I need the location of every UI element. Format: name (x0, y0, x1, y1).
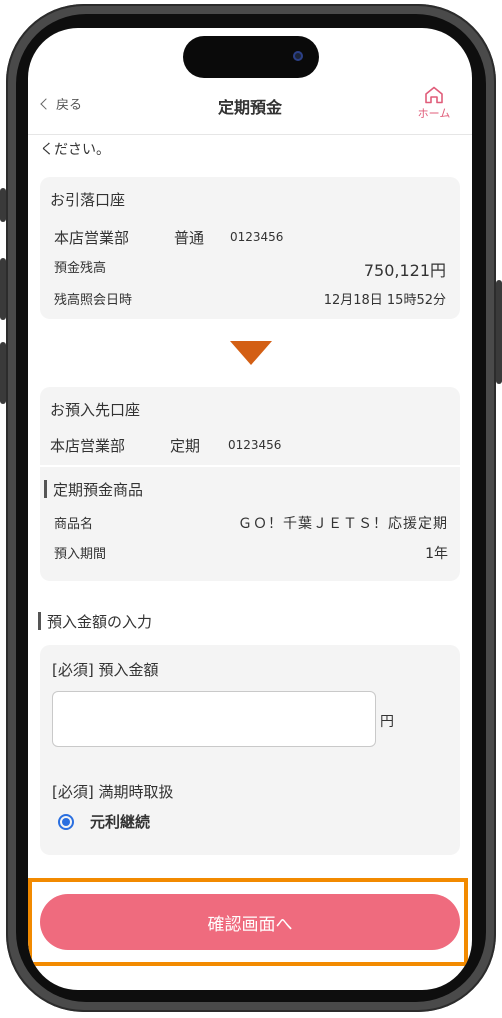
section-bar (44, 480, 47, 498)
amount-field-label: [必須] 預入金額 (52, 659, 159, 680)
app-screen: 戻る 定期預金 ホーム ください。 お引落口座 本店営業部 普通 0123456… (28, 28, 472, 990)
amount-input[interactable] (52, 691, 376, 747)
card-divider (40, 465, 460, 467)
maturity-option-label: 元利継続 (90, 813, 151, 831)
balance-time-label: 残高照会日時 (54, 293, 133, 308)
balance-value: 750,121円 (363, 261, 446, 280)
product-name-label: 商品名 (54, 517, 94, 532)
section-bar (38, 612, 41, 630)
amount-unit: 円 (380, 714, 394, 730)
camera-icon (293, 51, 303, 61)
deposit-account-title: お預入先口座 (50, 401, 141, 419)
page-title: 定期預金 (217, 98, 282, 117)
side-button-volume-up (0, 258, 6, 320)
deposit-branch: 本店営業部 (50, 437, 126, 455)
amount-section-title: 預入金額の入力 (38, 611, 152, 632)
amount-label: 預入金額 (98, 661, 159, 679)
period-label: 預入期間 (54, 547, 107, 562)
deposit-account-type: 定期 (170, 437, 201, 455)
lead-text: ください。 (40, 142, 110, 158)
confirm-button[interactable]: 確認画面へ (40, 894, 460, 950)
deposit-account-card: お預入先口座 本店営業部 定期 0123456 定期預金商品 商品名 ＧＯ！千葉… (40, 387, 460, 581)
radio-checked-icon[interactable] (58, 814, 74, 830)
required-tag: [必須] (52, 661, 94, 679)
withdrawal-account-number: 0123456 (230, 230, 284, 244)
product-section-label: 定期預金商品 (53, 481, 144, 499)
home-label: ホーム (417, 107, 451, 120)
balance-time-value: 12月18日 15時52分 (323, 293, 446, 308)
down-arrow-icon (230, 341, 272, 365)
app-header: 戻る 定期預金 ホーム (28, 80, 472, 135)
withdrawal-account-title: お引落口座 (50, 191, 126, 209)
home-button[interactable]: ホーム (412, 86, 456, 121)
withdrawal-account-type: 普通 (174, 229, 205, 247)
home-icon (425, 86, 443, 104)
product-section-title: 定期預金商品 (44, 479, 143, 500)
withdrawal-account-card: お引落口座 本店営業部 普通 0123456 預金残高 750,121円 残高照… (40, 177, 460, 319)
amount-input-card: [必須] 預入金額 円 [必須] 満期時取扱 元利継続 (40, 645, 460, 855)
side-button-silent (0, 188, 6, 222)
required-tag: [必須] (52, 783, 94, 801)
confirm-highlight: 確認画面へ (28, 878, 468, 966)
maturity-option-radio[interactable]: 元利継続 (58, 811, 258, 835)
deposit-account-number: 0123456 (228, 438, 282, 452)
dynamic-island (183, 36, 319, 78)
maturity-label: 満期時取扱 (98, 783, 174, 801)
amount-section-label: 預入金額の入力 (47, 613, 153, 631)
period-value: 1年 (425, 546, 448, 562)
withdrawal-branch: 本店営業部 (54, 229, 130, 247)
side-button-power (496, 280, 502, 384)
side-button-volume-down (0, 342, 6, 404)
maturity-field-label: [必須] 満期時取扱 (52, 781, 174, 802)
balance-label: 預金残高 (54, 261, 107, 276)
product-name-value: ＧＯ！千葉ＪＥＴＳ！応援定期 (238, 516, 448, 532)
